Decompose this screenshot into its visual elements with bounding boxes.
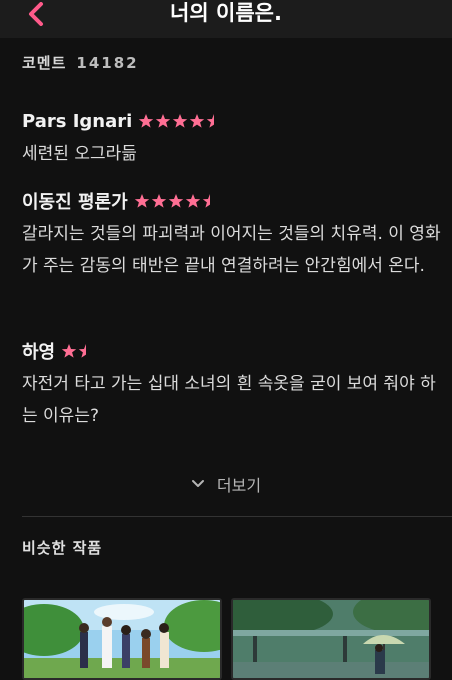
top-bar: 너의 이름은. [0,0,452,38]
review-item: Pars Ignari 세련된 오그라듦 [22,108,442,170]
similar-movie-thumbnail[interactable] [22,598,222,680]
comments-header: 코멘트 14182 [22,52,139,73]
page-title: 너의 이름은. [170,1,282,25]
more-button[interactable]: 더보기 [0,472,452,496]
star-icon [61,344,77,358]
star-icon [156,114,171,128]
review-author: Pars Ignari [22,110,133,132]
review-item: 하영 자전거 타고 가는 십대 소녀의 흰 속옷을 굳이 보여 줘야 하는 이유… [22,338,442,432]
movie-poster-image [24,600,220,678]
rating-stars [138,113,223,129]
rating-stars [61,343,95,359]
more-label: 더보기 [216,476,262,495]
review-text: 갈라지는 것들의 파괴력과 이어지는 것들의 치유력. 이 영화가 주는 감동의… [22,224,441,276]
star-icon [190,114,205,128]
comments-label: 코멘트 [22,54,67,72]
star-icon [151,194,166,208]
review-text: 세련된 오그라듦 [22,144,137,164]
star-icon [185,194,200,208]
review-author: 이동진 평론가 [22,192,128,213]
half-star-icon [207,114,215,128]
star-icon [173,114,188,128]
review-text: 자전거 타고 가는 십대 소녀의 흰 속옷을 굳이 보여 줘야 하는 이유는? [22,374,436,426]
similar-movie-thumbnail[interactable] [231,598,431,680]
half-star-icon [202,194,210,208]
half-star-icon [78,344,87,358]
divider [22,516,452,517]
review-item: 이동진 평론가 갈라지는 것들의 파괴력과 이어지는 것들의 치유력. 이 영화… [22,188,442,282]
star-icon [139,114,154,128]
comments-count: 14182 [76,54,139,72]
movie-poster-image [233,600,429,678]
star-icon [134,194,149,208]
star-icon [168,194,183,208]
chevron-down-icon [191,480,204,487]
similar-section-title: 비슷한 작품 [22,539,103,557]
rating-stars [134,193,219,209]
review-author: 하영 [22,342,56,363]
